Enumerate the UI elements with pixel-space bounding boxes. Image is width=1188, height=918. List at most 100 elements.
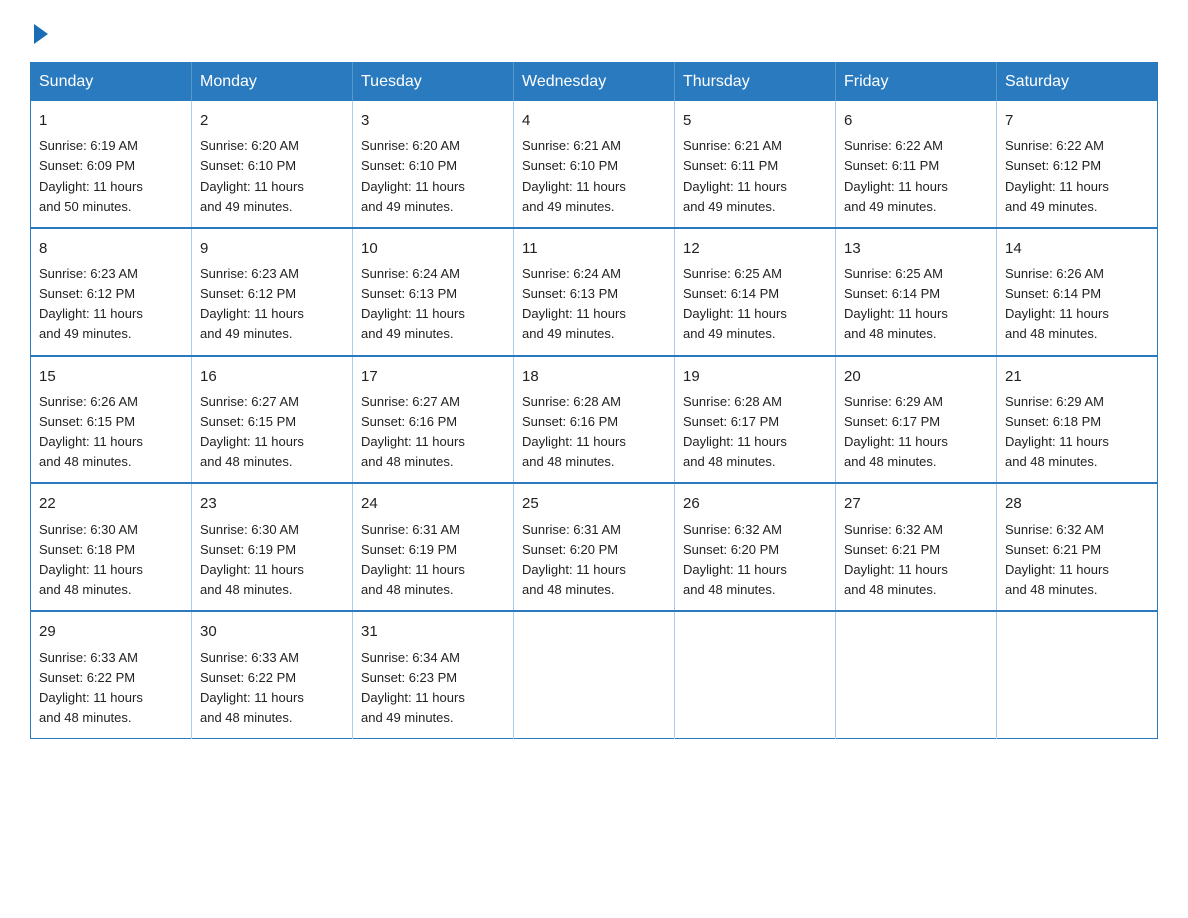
day-info: Sunrise: 6:27 AMSunset: 6:15 PMDaylight:… (200, 392, 344, 473)
day-number: 24 (361, 492, 505, 515)
day-number: 6 (844, 109, 988, 132)
calendar-cell: 7 Sunrise: 6:22 AMSunset: 6:12 PMDaylight… (997, 101, 1158, 228)
calendar-cell (997, 611, 1158, 738)
week-row-2: 8Sunrise: 6:23 AMSunset: 6:12 PMDaylight… (31, 228, 1158, 356)
calendar-cell: 26Sunrise: 6:32 AMSunset: 6:20 PMDayligh… (675, 483, 836, 611)
day-number: 18 (522, 365, 666, 388)
day-info: Sunrise: 6:24 AMSunset: 6:13 PMDaylight:… (361, 264, 505, 345)
calendar-header: SundayMondayTuesdayWednesdayThursdayFrid… (31, 63, 1158, 102)
day-info: Sunrise: 6:30 AMSunset: 6:18 PMDaylight:… (39, 520, 183, 601)
calendar-cell: 17 Sunrise: 6:27 AMSunset: 6:16 PMDayligh… (353, 356, 514, 484)
day-info: Sunrise: 6:23 AMSunset: 6:12 PMDaylight:… (200, 264, 344, 345)
day-info: Sunrise: 6:30 AMSunset: 6:19 PMDaylight:… (200, 520, 344, 601)
calendar-cell: 13 Sunrise: 6:25 AMSunset: 6:14 PMDayligh… (836, 228, 997, 356)
day-info: Sunrise: 6:27 AMSunset: 6:16 PMDaylight:… (361, 392, 505, 473)
day-number: 11 (522, 237, 666, 260)
calendar-body: 1 Sunrise: 6:19 AMSunset: 6:09 PMDaylight… (31, 101, 1158, 739)
week-row-4: 22 Sunrise: 6:30 AMSunset: 6:18 PMDayligh… (31, 483, 1158, 611)
day-number: 21 (1005, 365, 1149, 388)
calendar-cell (514, 611, 675, 738)
day-number: 27 (844, 492, 988, 515)
calendar-cell: 12 Sunrise: 6:25 AMSunset: 6:14 PMDayligh… (675, 228, 836, 356)
day-info: Sunrise: 6:25 AMSunset: 6:14 PMDaylight:… (683, 264, 827, 345)
day-header-saturday: Saturday (997, 63, 1158, 102)
day-info: Sunrise: 6:29 AMSunset: 6:17 PMDaylight:… (844, 392, 988, 473)
calendar-cell: 22 Sunrise: 6:30 AMSunset: 6:18 PMDayligh… (31, 483, 192, 611)
day-info: Sunrise: 6:20 AMSunset: 6:10 PMDaylight:… (200, 136, 344, 217)
calendar-cell: 23 Sunrise: 6:30 AMSunset: 6:19 PMDayligh… (192, 483, 353, 611)
calendar-cell: 16Sunrise: 6:27 AMSunset: 6:15 PMDayligh… (192, 356, 353, 484)
day-number: 22 (39, 492, 183, 515)
day-info: Sunrise: 6:23 AMSunset: 6:12 PMDaylight:… (39, 264, 183, 345)
day-number: 4 (522, 109, 666, 132)
day-number: 25 (522, 492, 666, 515)
day-info: Sunrise: 6:31 AMSunset: 6:20 PMDaylight:… (522, 520, 666, 601)
calendar-cell: 5Sunrise: 6:21 AMSunset: 6:11 PMDaylight… (675, 101, 836, 228)
day-info: Sunrise: 6:21 AMSunset: 6:11 PMDaylight:… (683, 136, 827, 217)
day-number: 28 (1005, 492, 1149, 515)
calendar-cell: 25 Sunrise: 6:31 AMSunset: 6:20 PMDayligh… (514, 483, 675, 611)
calendar-cell: 1 Sunrise: 6:19 AMSunset: 6:09 PMDaylight… (31, 101, 192, 228)
calendar-cell: 31 Sunrise: 6:34 AMSunset: 6:23 PMDayligh… (353, 611, 514, 738)
day-number: 12 (683, 237, 827, 260)
day-number: 31 (361, 620, 505, 643)
day-info: Sunrise: 6:22 AMSunset: 6:12 PMDaylight:… (1005, 136, 1149, 217)
day-info: Sunrise: 6:28 AMSunset: 6:17 PMDaylight:… (683, 392, 827, 473)
calendar-cell: 9 Sunrise: 6:23 AMSunset: 6:12 PMDaylight… (192, 228, 353, 356)
calendar-cell (836, 611, 997, 738)
day-number: 1 (39, 109, 183, 132)
calendar-cell: 11Sunrise: 6:24 AMSunset: 6:13 PMDayligh… (514, 228, 675, 356)
calendar-cell: 15Sunrise: 6:26 AMSunset: 6:15 PMDayligh… (31, 356, 192, 484)
calendar-cell: 30Sunrise: 6:33 AMSunset: 6:22 PMDayligh… (192, 611, 353, 738)
days-of-week-row: SundayMondayTuesdayWednesdayThursdayFrid… (31, 63, 1158, 102)
day-info: Sunrise: 6:20 AMSunset: 6:10 PMDaylight:… (361, 136, 505, 217)
calendar-cell: 3 Sunrise: 6:20 AMSunset: 6:10 PMDaylight… (353, 101, 514, 228)
day-info: Sunrise: 6:31 AMSunset: 6:19 PMDaylight:… (361, 520, 505, 601)
calendar-cell: 18 Sunrise: 6:28 AMSunset: 6:16 PMDayligh… (514, 356, 675, 484)
day-number: 23 (200, 492, 344, 515)
day-info: Sunrise: 6:19 AMSunset: 6:09 PMDaylight:… (39, 136, 183, 217)
day-info: Sunrise: 6:33 AMSunset: 6:22 PMDaylight:… (39, 648, 183, 729)
day-number: 19 (683, 365, 827, 388)
calendar-cell: 2 Sunrise: 6:20 AMSunset: 6:10 PMDaylight… (192, 101, 353, 228)
calendar-cell: 27Sunrise: 6:32 AMSunset: 6:21 PMDayligh… (836, 483, 997, 611)
day-info: Sunrise: 6:32 AMSunset: 6:21 PMDaylight:… (1005, 520, 1149, 601)
logo (30, 20, 48, 44)
day-header-tuesday: Tuesday (353, 63, 514, 102)
day-number: 30 (200, 620, 344, 643)
day-number: 9 (200, 237, 344, 260)
day-number: 26 (683, 492, 827, 515)
calendar-cell: 19 Sunrise: 6:28 AMSunset: 6:17 PMDayligh… (675, 356, 836, 484)
calendar-cell: 20 Sunrise: 6:29 AMSunset: 6:17 PMDayligh… (836, 356, 997, 484)
calendar-cell: 29 Sunrise: 6:33 AMSunset: 6:22 PMDayligh… (31, 611, 192, 738)
calendar-cell: 24 Sunrise: 6:31 AMSunset: 6:19 PMDayligh… (353, 483, 514, 611)
day-info: Sunrise: 6:28 AMSunset: 6:16 PMDaylight:… (522, 392, 666, 473)
day-info: Sunrise: 6:25 AMSunset: 6:14 PMDaylight:… (844, 264, 988, 345)
day-header-friday: Friday (836, 63, 997, 102)
day-number: 14 (1005, 237, 1149, 260)
day-number: 7 (1005, 109, 1149, 132)
day-number: 17 (361, 365, 505, 388)
calendar-cell: 14 Sunrise: 6:26 AMSunset: 6:14 PMDayligh… (997, 228, 1158, 356)
calendar-cell: 4 Sunrise: 6:21 AMSunset: 6:10 PMDaylight… (514, 101, 675, 228)
day-number: 15 (39, 365, 183, 388)
day-info: Sunrise: 6:29 AMSunset: 6:18 PMDaylight:… (1005, 392, 1149, 473)
day-number: 20 (844, 365, 988, 388)
day-number: 3 (361, 109, 505, 132)
page-header (30, 20, 1158, 44)
day-header-monday: Monday (192, 63, 353, 102)
week-row-3: 15Sunrise: 6:26 AMSunset: 6:15 PMDayligh… (31, 356, 1158, 484)
day-number: 29 (39, 620, 183, 643)
calendar-cell: 21 Sunrise: 6:29 AMSunset: 6:18 PMDayligh… (997, 356, 1158, 484)
day-header-sunday: Sunday (31, 63, 192, 102)
day-info: Sunrise: 6:22 AMSunset: 6:11 PMDaylight:… (844, 136, 988, 217)
day-info: Sunrise: 6:21 AMSunset: 6:10 PMDaylight:… (522, 136, 666, 217)
day-number: 2 (200, 109, 344, 132)
day-info: Sunrise: 6:34 AMSunset: 6:23 PMDaylight:… (361, 648, 505, 729)
week-row-1: 1 Sunrise: 6:19 AMSunset: 6:09 PMDaylight… (31, 101, 1158, 228)
day-number: 13 (844, 237, 988, 260)
day-info: Sunrise: 6:26 AMSunset: 6:14 PMDaylight:… (1005, 264, 1149, 345)
calendar-cell: 10 Sunrise: 6:24 AMSunset: 6:13 PMDayligh… (353, 228, 514, 356)
calendar-cell: 8Sunrise: 6:23 AMSunset: 6:12 PMDaylight… (31, 228, 192, 356)
day-number: 10 (361, 237, 505, 260)
